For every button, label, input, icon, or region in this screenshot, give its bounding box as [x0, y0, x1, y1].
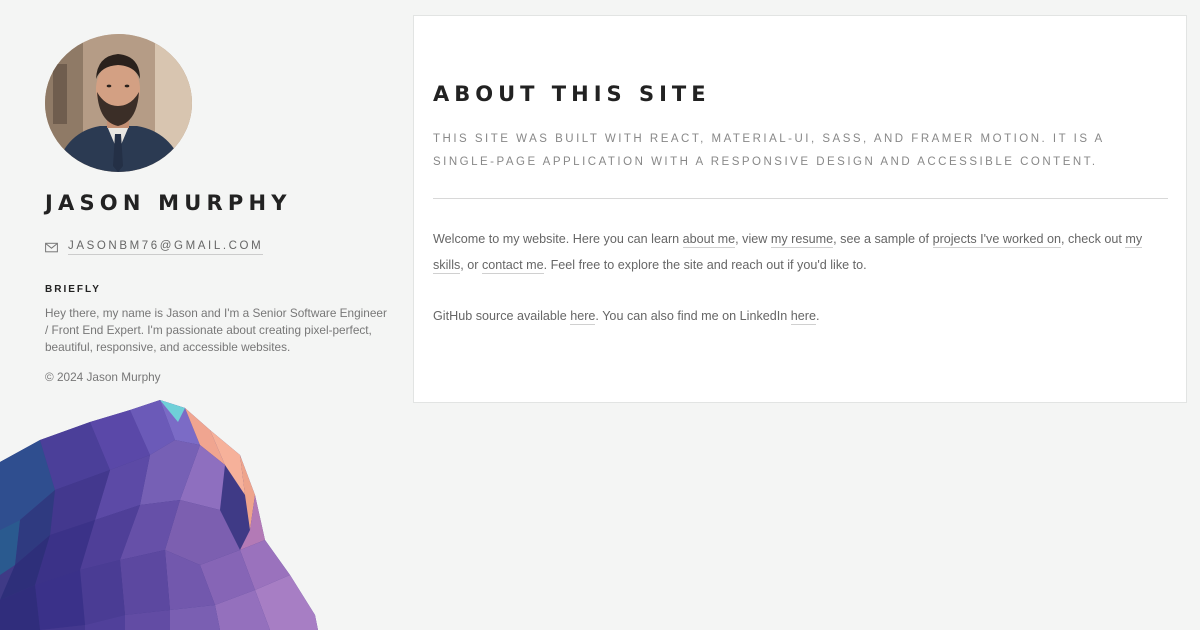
contact-link[interactable]: contact me [482, 258, 544, 274]
resume-link[interactable]: my resume [770, 232, 834, 248]
intro-text: . Feel free to explore the site and reac… [543, 258, 867, 272]
avatar [45, 34, 192, 172]
email-row: JASONBM76@GMAIL.COM [45, 240, 264, 255]
briefly-heading: BRIEFLY [45, 284, 101, 295]
github-link[interactable]: here [570, 309, 596, 325]
about-card: ABOUT THIS SITE THIS SITE WAS BUILT WITH… [413, 15, 1187, 403]
intro-text: , see a sample of [833, 232, 933, 246]
source-text: . [816, 309, 820, 323]
source-text: GitHub source available [433, 309, 571, 323]
linkedin-link[interactable]: here [790, 309, 816, 325]
intro-text: , or [460, 258, 482, 272]
intro-text: , check out [1060, 232, 1126, 246]
briefly-text: Hey there, my name is Jason and I'm a Se… [45, 306, 387, 354]
about-me-link[interactable]: about me [682, 232, 736, 248]
divider [433, 198, 1168, 199]
profile-name: JASON MURPHY [45, 191, 292, 215]
projects-link[interactable]: projects I've worked on [932, 232, 1061, 248]
intro-text: , view [735, 232, 771, 246]
mail-icon [45, 242, 58, 253]
copyright: © 2024 Jason Murphy [45, 370, 161, 384]
sidebar: JASON MURPHY JASONBM76@GMAIL.COM BRIEFLY… [0, 0, 400, 630]
email-link[interactable]: JASONBM76@GMAIL.COM [68, 240, 264, 255]
intro-text: Welcome to my website. Here you can lear… [433, 232, 683, 246]
decorative-polygon-art [0, 400, 320, 630]
source-paragraph: GitHub source available here. You can al… [433, 304, 1168, 328]
page-subtitle: THIS SITE WAS BUILT WITH REACT, MATERIAL… [433, 133, 1105, 168]
intro-paragraph: Welcome to my website. Here you can lear… [433, 226, 1168, 278]
page-title: ABOUT THIS SITE [433, 82, 711, 106]
source-text: . You can also find me on LinkedIn [595, 309, 791, 323]
